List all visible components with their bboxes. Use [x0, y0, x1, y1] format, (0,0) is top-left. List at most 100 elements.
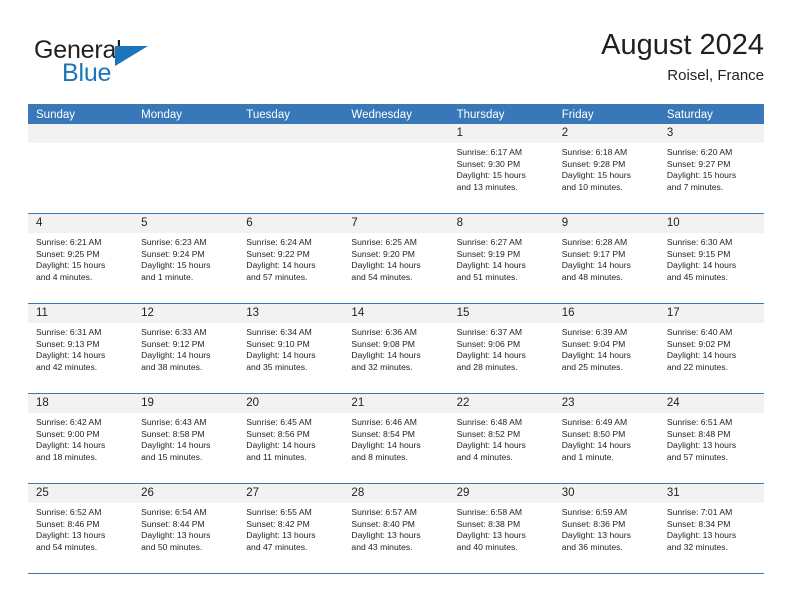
calendar-day-cell[interactable]: 6 Sunrise: 6:24 AM Sunset: 9:22 PM Daylight…: [238, 214, 344, 303]
daylight-text-line1: Daylight: 14 hours: [36, 350, 106, 361]
daylight-text-line1: Daylight: 13 hours: [666, 440, 737, 451]
day-number: 9: [553, 214, 659, 233]
calendar-day-cell[interactable]: 24 Sunrise: 6:51 AM Sunset: 8:48 PM Dayligh…: [658, 394, 764, 483]
calendar-day-cell[interactable]: 28 Sunrise: 6:57 AM Sunset: 8:40 PM Dayligh…: [343, 484, 449, 573]
daylight-text-line1: Daylight: 14 hours: [351, 440, 421, 451]
calendar-day-cell[interactable]: 30 Sunrise: 6:59 AM Sunset: 8:36 PM Dayligh…: [553, 484, 659, 573]
calendar-day-cell[interactable]: 31 Sunrise: 7:01 AM Sunset: 8:34 PM Dayligh…: [658, 484, 764, 573]
daylight-text-line2: and 32 minutes.: [666, 541, 728, 552]
day-sun-info: Sunrise: 6:46 AM Sunset: 8:54 PM Daylight:…: [343, 413, 448, 463]
dow-tuesday: Tuesday: [246, 109, 290, 121]
sunrise-text: Sunrise: 7:01 AM: [666, 507, 733, 517]
daylight-text-line1: Daylight: 14 hours: [246, 440, 316, 451]
page-title: August 2024: [601, 29, 764, 61]
calendar-day-cell[interactable]: 22 Sunrise: 6:48 AM Sunset: 8:52 PM Dayligh…: [448, 394, 554, 483]
calendar-day-cell[interactable]: 13 Sunrise: 6:34 AM Sunset: 9:10 PM Dayligh…: [238, 304, 344, 393]
calendar-day-cell[interactable]: 16 Sunrise: 6:39 AM Sunset: 9:04 PM Dayligh…: [553, 304, 659, 393]
sunset-text: Sunset: 8:48 PM: [666, 428, 731, 439]
sunset-text: Sunset: 9:15 PM: [666, 248, 731, 259]
day-sun-info: Sunrise: 6:59 AM Sunset: 8:36 PM Daylight:…: [554, 503, 659, 553]
calendar-grid: Sunday Monday Tuesday Wednesday Thursday…: [28, 104, 764, 574]
calendar-day-cell[interactable]: 18 Sunrise: 6:42 AM Sunset: 9:00 PM Dayligh…: [28, 394, 134, 483]
daylight-text-line2: and 54 minutes.: [351, 271, 413, 282]
daylight-text-line1: Daylight: 15 hours: [456, 170, 526, 181]
calendar-day-cell[interactable]: 15 Sunrise: 6:37 AM Sunset: 9:06 PM Dayligh…: [448, 304, 554, 393]
sunset-text: Sunset: 9:06 PM: [456, 338, 521, 349]
day-number: 4: [28, 214, 134, 233]
sunrise-text: Sunrise: 6:58 AM: [456, 507, 523, 517]
calendar-day-cell[interactable]: 29 Sunrise: 6:58 AM Sunset: 8:38 PM Dayligh…: [448, 484, 554, 573]
daylight-text-line1: Daylight: 13 hours: [141, 530, 211, 541]
day-sun-info: Sunrise: 6:23 AM Sunset: 9:24 PM Daylight:…: [133, 233, 238, 283]
calendar-week-row: 11 Sunrise: 6:31 AM Sunset: 9:13 PM Dayligh…: [28, 304, 764, 394]
sunset-text: Sunset: 8:58 PM: [141, 428, 205, 439]
day-sun-info: Sunrise: 6:48 AM Sunset: 8:52 PM Daylight:…: [449, 413, 554, 463]
calendar-day-cell[interactable]: 8 Sunrise: 6:27 AM Sunset: 9:19 PM Daylight…: [448, 214, 554, 303]
sunrise-text: Sunrise: 6:20 AM: [666, 147, 733, 157]
calendar-weeks: 1 Sunrise: 6:17 AM Sunset: 9:30 PM Daylight…: [28, 124, 764, 574]
brand-logo[interactable]: General Blue: [34, 36, 254, 94]
calendar-day-cell[interactable]: 27 Sunrise: 6:55 AM Sunset: 8:42 PM Dayligh…: [238, 484, 344, 573]
calendar-day-cell[interactable]: 14 Sunrise: 6:36 AM Sunset: 9:08 PM Dayligh…: [343, 304, 449, 393]
daylight-text-line2: and 54 minutes.: [36, 541, 98, 552]
calendar-day-cell[interactable]: 10 Sunrise: 6:30 AM Sunset: 9:15 PM Dayligh…: [658, 214, 764, 303]
sunrise-text: Sunrise: 6:25 AM: [351, 237, 417, 247]
sunset-text: Sunset: 9:08 PM: [351, 338, 415, 349]
daylight-text-line1: Daylight: 14 hours: [246, 350, 316, 361]
day-sun-info: Sunrise: 6:43 AM Sunset: 8:58 PM Daylight:…: [133, 413, 238, 463]
sunrise-text: Sunrise: 6:46 AM: [351, 417, 417, 427]
daylight-text-line2: and 13 minutes.: [456, 181, 518, 192]
daylight-text-line2: and 1 minute.: [561, 451, 614, 462]
sunrise-text: Sunrise: 6:42 AM: [36, 417, 102, 427]
calendar-day-cell[interactable]: 7 Sunrise: 6:25 AM Sunset: 9:20 PM Daylight…: [343, 214, 449, 303]
sunrise-text: Sunrise: 6:28 AM: [561, 237, 628, 247]
calendar-week-row: 1 Sunrise: 6:17 AM Sunset: 9:30 PM Daylight…: [28, 124, 764, 214]
sunrise-text: Sunrise: 6:51 AM: [666, 417, 733, 427]
day-sun-info: Sunrise: 6:24 AM Sunset: 9:22 PM Daylight:…: [238, 233, 343, 283]
calendar-day-cell[interactable]: 2 Sunrise: 6:18 AM Sunset: 9:28 PM Daylight…: [553, 124, 659, 213]
calendar-day-cell[interactable]: 20 Sunrise: 6:45 AM Sunset: 8:56 PM Dayligh…: [238, 394, 344, 483]
calendar-day-cell[interactable]: 5 Sunrise: 6:23 AM Sunset: 9:24 PM Daylight…: [133, 214, 239, 303]
calendar-day-cell[interactable]: 19 Sunrise: 6:43 AM Sunset: 8:58 PM Dayligh…: [133, 394, 239, 483]
calendar-cell-empty: [133, 124, 239, 213]
calendar-cell-empty: [28, 124, 134, 213]
daylight-text-line1: Daylight: 14 hours: [456, 440, 526, 451]
sunset-text: Sunset: 9:02 PM: [666, 338, 731, 349]
title-block: August 2024 Roisel, France: [601, 28, 764, 87]
sunrise-text: Sunrise: 6:27 AM: [456, 237, 523, 247]
calendar-day-cell[interactable]: 4 Sunrise: 6:21 AM Sunset: 9:25 PM Daylight…: [28, 214, 134, 303]
calendar-day-cell[interactable]: 1 Sunrise: 6:17 AM Sunset: 9:30 PM Daylight…: [448, 124, 554, 213]
sunset-text: Sunset: 9:00 PM: [36, 428, 100, 439]
calendar-day-cell[interactable]: 12 Sunrise: 6:33 AM Sunset: 9:12 PM Dayligh…: [133, 304, 239, 393]
daylight-text-line1: Daylight: 14 hours: [351, 350, 421, 361]
sunrise-text: Sunrise: 6:21 AM: [36, 237, 102, 247]
calendar-day-cell[interactable]: 23 Sunrise: 6:49 AM Sunset: 8:50 PM Dayligh…: [553, 394, 659, 483]
sunrise-text: Sunrise: 6:34 AM: [246, 327, 312, 337]
calendar-day-cell[interactable]: 3 Sunrise: 6:20 AM Sunset: 9:27 PM Daylight…: [658, 124, 764, 213]
sunrise-text: Sunrise: 6:43 AM: [141, 417, 207, 427]
day-number: 2: [553, 124, 659, 143]
day-sun-info: Sunrise: 7:01 AM Sunset: 8:34 PM Daylight:…: [659, 503, 764, 553]
sunset-text: Sunset: 8:46 PM: [36, 518, 100, 529]
daylight-text-line1: Daylight: 14 hours: [246, 260, 316, 271]
dow-wednesday: Wednesday: [351, 109, 412, 121]
day-number: 27: [238, 484, 344, 503]
page-header: General Blue August 2024 Roisel, France: [28, 28, 764, 94]
calendar-day-cell[interactable]: 21 Sunrise: 6:46 AM Sunset: 8:54 PM Dayligh…: [343, 394, 449, 483]
day-number: 18: [28, 394, 134, 413]
sunset-text: Sunset: 9:24 PM: [141, 248, 205, 259]
sunset-text: Sunset: 9:22 PM: [246, 248, 310, 259]
daylight-text-line2: and 57 minutes.: [666, 451, 728, 462]
sunset-text: Sunset: 8:40 PM: [351, 518, 415, 529]
sunset-text: Sunset: 9:25 PM: [36, 248, 100, 259]
sunrise-text: Sunrise: 6:49 AM: [561, 417, 628, 427]
calendar-day-cell[interactable]: 17 Sunrise: 6:40 AM Sunset: 9:02 PM Dayligh…: [658, 304, 764, 393]
sunset-text: Sunset: 9:17 PM: [561, 248, 626, 259]
calendar-day-cell[interactable]: 9 Sunrise: 6:28 AM Sunset: 9:17 PM Daylight…: [553, 214, 659, 303]
triangle-icon: [115, 46, 148, 66]
calendar-day-cell[interactable]: 26 Sunrise: 6:54 AM Sunset: 8:44 PM Dayligh…: [133, 484, 239, 573]
sunset-text: Sunset: 8:44 PM: [141, 518, 205, 529]
calendar-day-cell[interactable]: 25 Sunrise: 6:52 AM Sunset: 8:46 PM Dayligh…: [28, 484, 134, 573]
calendar-day-cell[interactable]: 11 Sunrise: 6:31 AM Sunset: 9:13 PM Dayligh…: [28, 304, 134, 393]
day-sun-info: Sunrise: 6:21 AM Sunset: 9:25 PM Daylight:…: [28, 233, 133, 283]
